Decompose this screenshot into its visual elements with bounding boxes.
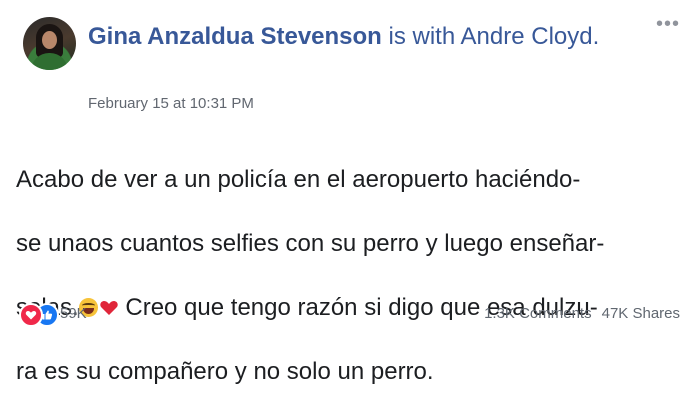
post-body: Acabo de ver a un policía en el aeropuer…: [16, 132, 688, 420]
love-reaction-icon: [19, 303, 43, 327]
post-body-line: ra es su compañero y no solo un perro.: [16, 358, 434, 385]
post-footer: 59K 1.3K Comments 47K Shares: [0, 296, 700, 332]
facebook-post: Gina Anzaldua Stevenson is with Andre Cl…: [0, 0, 700, 385]
more-options-button[interactable]: •••: [656, 14, 680, 34]
comments-count-link[interactable]: 1.3K Comments: [484, 305, 592, 322]
shares-count-link[interactable]: 47K Shares: [602, 305, 680, 322]
reaction-count[interactable]: 59K: [60, 305, 87, 322]
reactions-summary[interactable]: [19, 303, 59, 327]
author-avatar[interactable]: [23, 17, 76, 70]
post-body-line: se unaos cuantos selfies con su perro y …: [16, 230, 605, 257]
with-text: is with: [381, 23, 461, 50]
post-header: Gina Anzaldua Stevenson is with Andre Cl…: [88, 20, 648, 54]
engagement-stats: 1.3K Comments 47K Shares: [484, 305, 680, 322]
author-name-link[interactable]: Gina Anzaldua Stevenson: [88, 23, 382, 50]
post-body-line: Acabo de ver a un policía en el aeropuer…: [16, 166, 581, 193]
avatar-face: [42, 31, 57, 49]
post-timestamp-link[interactable]: February 15 at 10:31 PM: [88, 95, 254, 112]
tagged-person-link[interactable]: Andre Cloyd.: [461, 23, 600, 50]
ellipsis-icon: •••: [655, 13, 680, 35]
